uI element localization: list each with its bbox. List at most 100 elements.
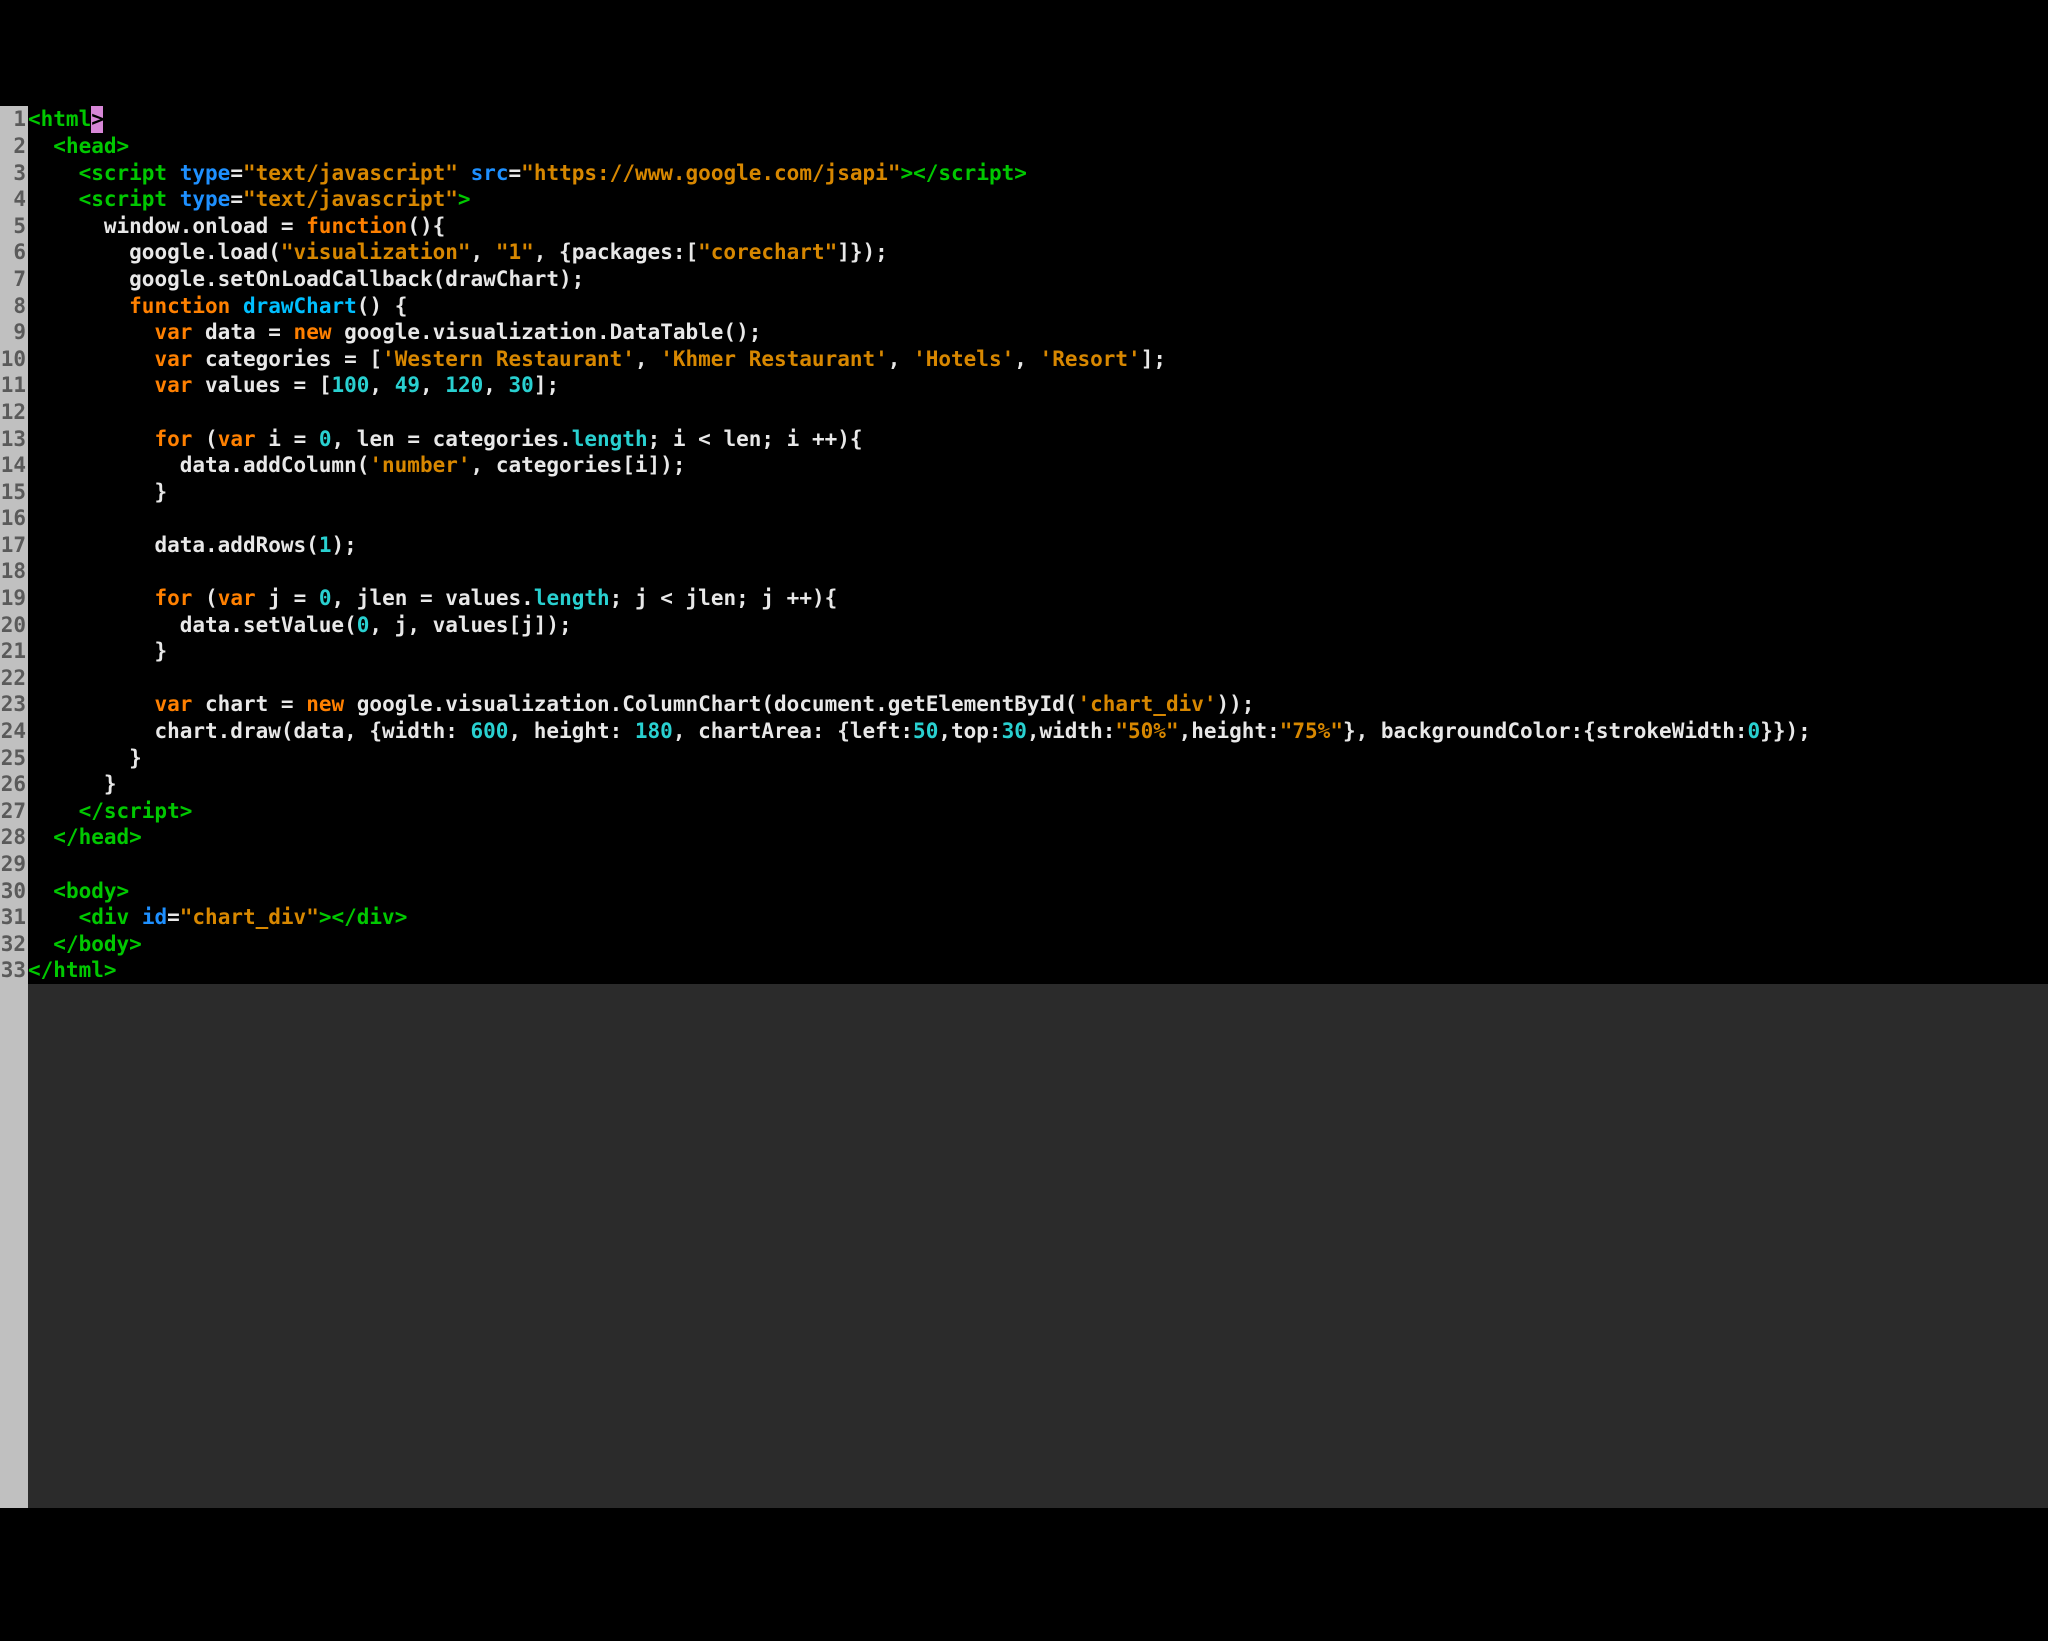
code-content[interactable]: google.load("visualization", "1", {packa…: [28, 239, 2048, 266]
line-number: 2: [0, 133, 28, 160]
code-line[interactable]: 27 </script>: [0, 798, 2048, 825]
line-number: 23: [0, 691, 28, 718]
code-line[interactable]: 22: [0, 665, 2048, 692]
code-content[interactable]: var data = new google.visualization.Data…: [28, 319, 2048, 346]
code-line[interactable]: 5 window.onload = function(){: [0, 213, 2048, 240]
code-content[interactable]: chart.draw(data, {width: 600, height: 18…: [28, 718, 2048, 745]
code-content[interactable]: for (var j = 0, jlen = values.length; j …: [28, 585, 2048, 612]
code-content[interactable]: <head>: [28, 133, 2048, 160]
code-content[interactable]: }: [28, 479, 2048, 506]
code-content[interactable]: data.setValue(0, j, values[j]);: [28, 612, 2048, 639]
line-number: 33: [0, 957, 28, 984]
code-line[interactable]: 33</html>: [0, 957, 2048, 984]
line-number: 31: [0, 904, 28, 931]
code-content[interactable]: [28, 399, 2048, 426]
line-number: 26: [0, 771, 28, 798]
code-content[interactable]: [28, 505, 2048, 532]
code-content[interactable]: </html>: [28, 957, 2048, 984]
line-number: 7: [0, 266, 28, 293]
line-number: 9: [0, 319, 28, 346]
code-line[interactable]: 21 }: [0, 638, 2048, 665]
line-number: 16: [0, 505, 28, 532]
line-number: 4: [0, 186, 28, 213]
line-number: 27: [0, 798, 28, 825]
line-number: 12: [0, 399, 28, 426]
code-line[interactable]: 1<html>: [0, 106, 2048, 133]
code-line[interactable]: 26 }: [0, 771, 2048, 798]
line-number: 30: [0, 878, 28, 905]
code-content[interactable]: data.addColumn('number', categories[i]);: [28, 452, 2048, 479]
code-content[interactable]: var chart = new google.visualization.Col…: [28, 691, 2048, 718]
code-content[interactable]: }: [28, 745, 2048, 772]
code-content[interactable]: data.addRows(1);: [28, 532, 2048, 559]
code-line[interactable]: 14 data.addColumn('number', categories[i…: [0, 452, 2048, 479]
code-line[interactable]: 32 </body>: [0, 931, 2048, 958]
code-line[interactable]: 9 var data = new google.visualization.Da…: [0, 319, 2048, 346]
line-number: 22: [0, 665, 28, 692]
code-line[interactable]: 18: [0, 558, 2048, 585]
line-number: 21: [0, 638, 28, 665]
code-content[interactable]: [28, 665, 2048, 692]
code-line[interactable]: 16: [0, 505, 2048, 532]
code-content[interactable]: google.setOnLoadCallback(drawChart);: [28, 266, 2048, 293]
code-content[interactable]: [28, 558, 2048, 585]
code-line[interactable]: 7 google.setOnLoadCallback(drawChart);: [0, 266, 2048, 293]
code-content[interactable]: </body>: [28, 931, 2048, 958]
code-content[interactable]: }: [28, 771, 2048, 798]
code-line[interactable]: 28 </head>: [0, 824, 2048, 851]
code-content[interactable]: var categories = ['Western Restaurant', …: [28, 346, 2048, 373]
code-line[interactable]: 11 var values = [100, 49, 120, 30];: [0, 372, 2048, 399]
code-editor[interactable]: 1<html>2 <head>3 <script type="text/java…: [0, 106, 2048, 1508]
line-number: 32: [0, 931, 28, 958]
code-line[interactable]: 13 for (var i = 0, len = categories.leng…: [0, 426, 2048, 453]
code-content[interactable]: <script type="text/javascript" src="http…: [28, 160, 2048, 187]
code-content[interactable]: function drawChart() {: [28, 293, 2048, 320]
line-number: 25: [0, 745, 28, 772]
line-number: 8: [0, 293, 28, 320]
line-number: 15: [0, 479, 28, 506]
code-line[interactable]: 15 }: [0, 479, 2048, 506]
code-content[interactable]: <body>: [28, 878, 2048, 905]
code-content[interactable]: <html>: [28, 106, 2048, 133]
editor-empty-area[interactable]: [28, 984, 2048, 1508]
line-number: 19: [0, 585, 28, 612]
gutter-empty: [0, 984, 28, 1508]
code-content[interactable]: </head>: [28, 824, 2048, 851]
code-line[interactable]: 12: [0, 399, 2048, 426]
code-line[interactable]: 3 <script type="text/javascript" src="ht…: [0, 160, 2048, 187]
code-content[interactable]: window.onload = function(){: [28, 213, 2048, 240]
line-number: 24: [0, 718, 28, 745]
code-line[interactable]: 25 }: [0, 745, 2048, 772]
code-content[interactable]: [28, 851, 2048, 878]
line-number: 6: [0, 239, 28, 266]
line-number: 17: [0, 532, 28, 559]
line-number: 29: [0, 851, 28, 878]
code-line[interactable]: 19 for (var j = 0, jlen = values.length;…: [0, 585, 2048, 612]
code-line[interactable]: 6 google.load("visualization", "1", {pac…: [0, 239, 2048, 266]
line-number: 28: [0, 824, 28, 851]
code-content[interactable]: }: [28, 638, 2048, 665]
line-number: 20: [0, 612, 28, 639]
code-line[interactable]: 17 data.addRows(1);: [0, 532, 2048, 559]
line-number: 11: [0, 372, 28, 399]
code-line[interactable]: 20 data.setValue(0, j, values[j]);: [0, 612, 2048, 639]
code-line[interactable]: 24 chart.draw(data, {width: 600, height:…: [0, 718, 2048, 745]
code-content[interactable]: var values = [100, 49, 120, 30];: [28, 372, 2048, 399]
code-line[interactable]: 8 function drawChart() {: [0, 293, 2048, 320]
line-number: 5: [0, 213, 28, 240]
code-line[interactable]: 23 var chart = new google.visualization.…: [0, 691, 2048, 718]
code-content[interactable]: <div id="chart_div"></div>: [28, 904, 2048, 931]
line-number: 18: [0, 558, 28, 585]
line-number: 14: [0, 452, 28, 479]
code-content[interactable]: </script>: [28, 798, 2048, 825]
line-number: 1: [0, 106, 28, 133]
line-number: 13: [0, 426, 28, 453]
code-line[interactable]: 4 <script type="text/javascript">: [0, 186, 2048, 213]
code-line[interactable]: 10 var categories = ['Western Restaurant…: [0, 346, 2048, 373]
code-line[interactable]: 29: [0, 851, 2048, 878]
code-content[interactable]: for (var i = 0, len = categories.length;…: [28, 426, 2048, 453]
code-line[interactable]: 2 <head>: [0, 133, 2048, 160]
code-line[interactable]: 31 <div id="chart_div"></div>: [0, 904, 2048, 931]
code-line[interactable]: 30 <body>: [0, 878, 2048, 905]
code-content[interactable]: <script type="text/javascript">: [28, 186, 2048, 213]
